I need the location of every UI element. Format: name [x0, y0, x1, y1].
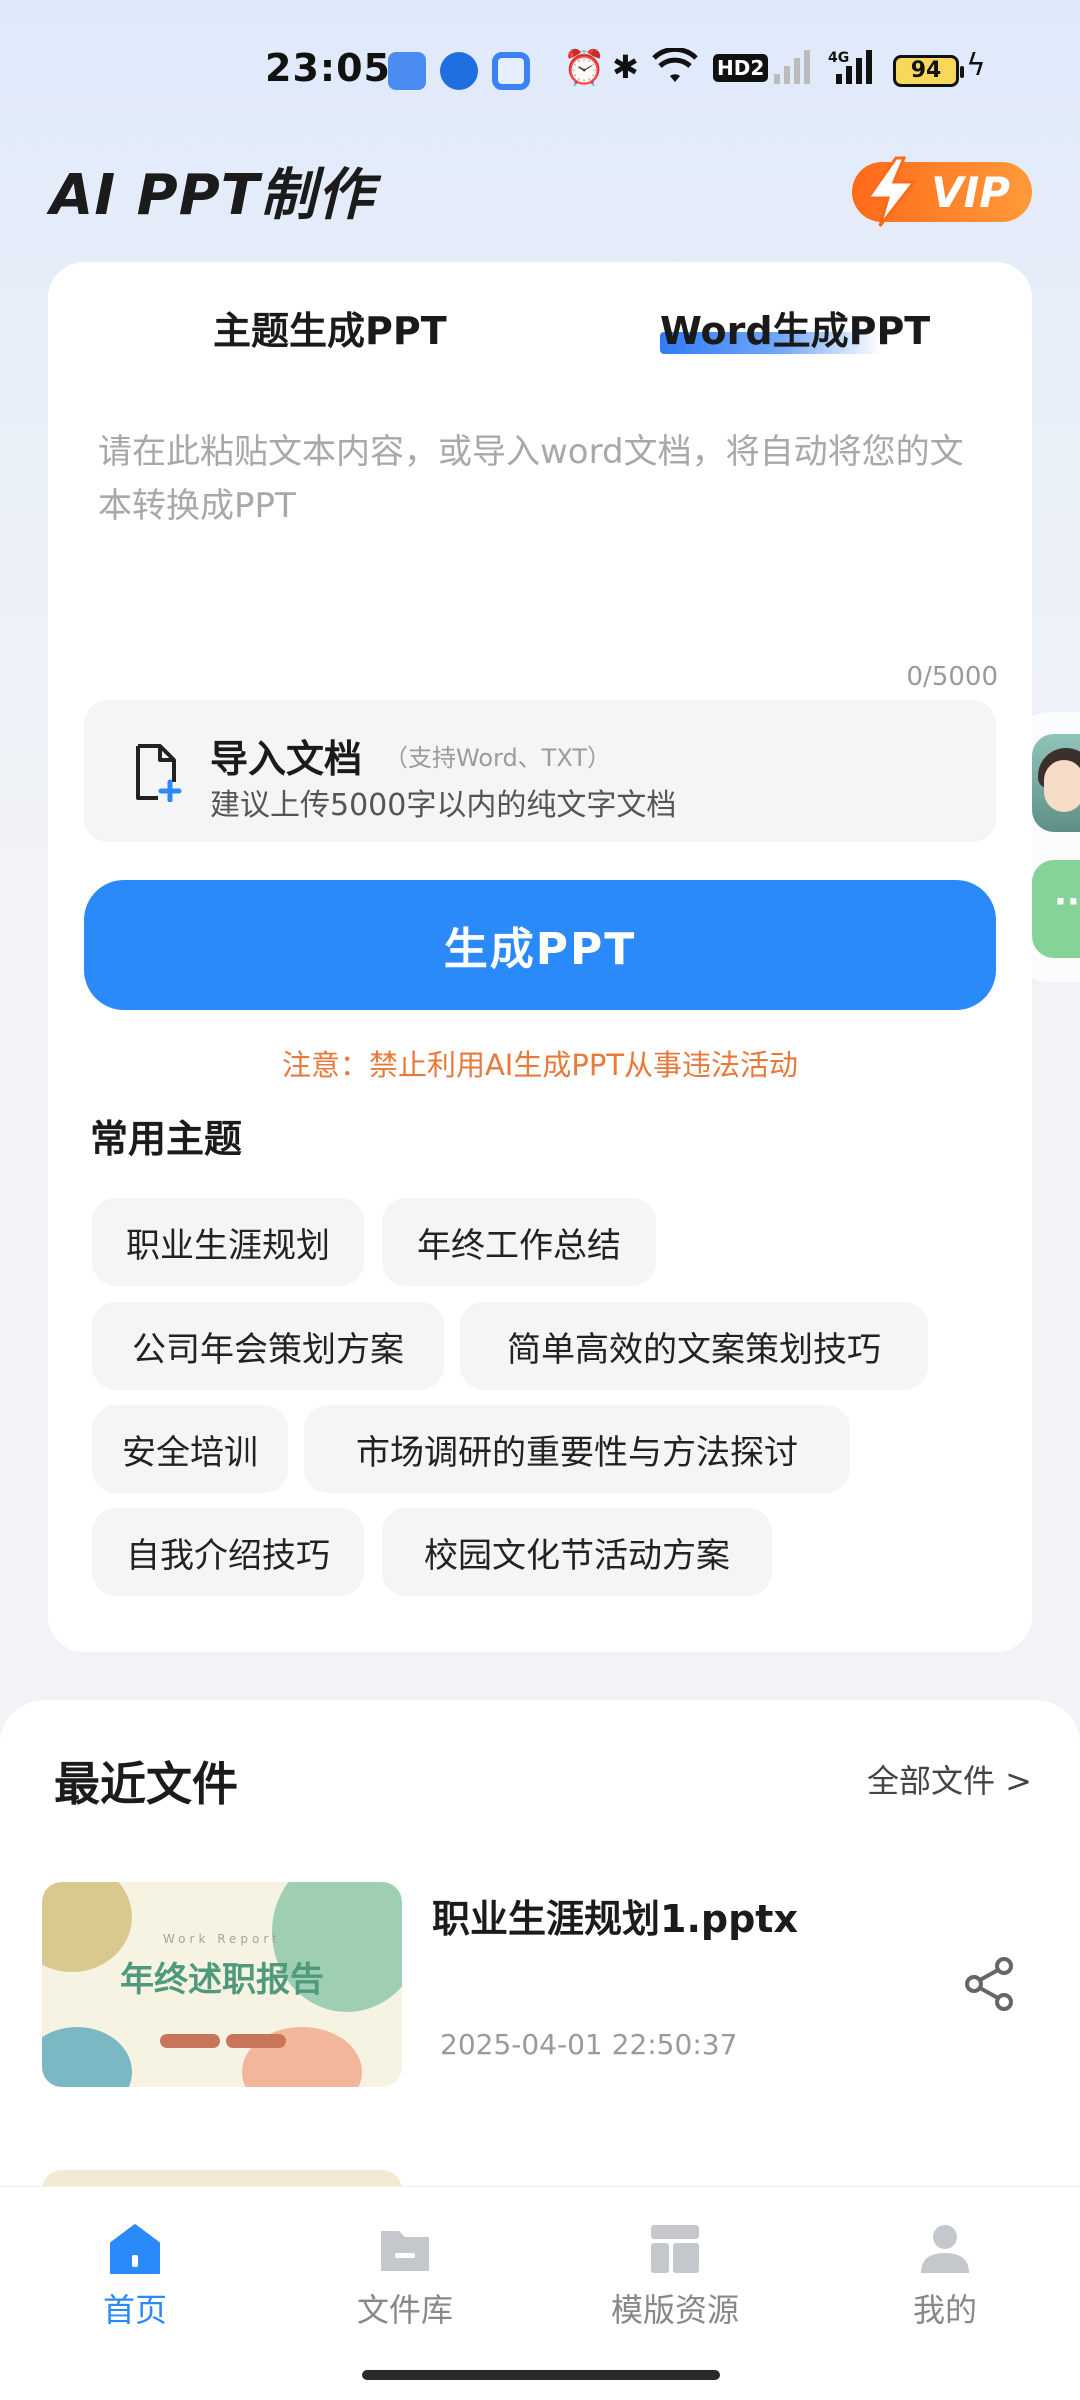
- vip-button[interactable]: VIP: [852, 156, 1032, 227]
- topic-chip[interactable]: 安全培训: [92, 1405, 288, 1493]
- status-time: 23:05: [265, 46, 391, 90]
- topics-section-title: 常用主题: [90, 1117, 243, 1161]
- template-icon: [651, 2225, 699, 2273]
- nav-label: 首页: [102, 2291, 167, 2329]
- alarm-icon: ⏰: [563, 48, 606, 88]
- nav-label: 文件库: [356, 2291, 453, 2329]
- home-indicator[interactable]: [362, 2370, 720, 2380]
- file-name[interactable]: 职业生涯规划1.pptx: [432, 1888, 798, 1943]
- topic-chip[interactable]: 职业生涯规划: [92, 1198, 364, 1286]
- user-icon: [921, 2225, 969, 2273]
- home-icon: [110, 2224, 160, 2274]
- char-counter: 0/5000: [906, 662, 998, 692]
- thumbnail-decoration: [42, 2027, 132, 2087]
- assistant-avatar-button[interactable]: [1032, 734, 1080, 832]
- file-timestamp: 2025-04-01 22:50:37: [440, 2028, 738, 2061]
- status-bar: 23:05 ⏰ ✱ HD2 4G 94 ϟ: [0, 0, 1080, 140]
- import-document-button[interactable]: 导入文档 （支持Word、TXT） 建议上传5000字以内的纯文字文档: [84, 700, 996, 842]
- tab-topic-generate[interactable]: 主题生成PPT: [213, 300, 447, 355]
- notification-app-icon: [440, 52, 478, 90]
- topic-chip[interactable]: 年终工作总结: [382, 1198, 656, 1286]
- nav-label: 我的: [912, 2291, 977, 2329]
- tab-word-generate[interactable]: Word生成PPT: [660, 300, 930, 355]
- wifi-icon: [652, 46, 698, 94]
- signal-icon-sim2: 4G: [828, 48, 876, 95]
- nav-templates[interactable]: 模版资源: [540, 2187, 810, 2387]
- file-thumbnail[interactable]: Work Report 年终述职报告: [42, 1882, 402, 2087]
- notification-app-icon: [388, 52, 426, 90]
- add-file-icon: [136, 744, 182, 802]
- all-files-link[interactable]: 全部文件 >: [867, 1756, 1032, 1802]
- avatar-face: [1044, 760, 1080, 812]
- usage-warning: 注意：禁止利用AI生成PPT从事违法活动: [281, 1048, 799, 1082]
- bottom-navigation: 首页 文件库 模版资源 我的: [0, 2186, 1080, 2400]
- content-textarea[interactable]: [98, 425, 980, 655]
- lightning-icon: [865, 156, 918, 227]
- import-support-formats: （支持Word、TXT）: [384, 744, 612, 772]
- page-title: AI PPT制作: [50, 163, 374, 228]
- svg-text:4G: 4G: [828, 50, 849, 66]
- generate-ppt-button[interactable]: 生成PPT: [84, 880, 996, 1010]
- topic-chip[interactable]: 自我介绍技巧: [92, 1508, 364, 1596]
- signal-icon-sim1: [772, 48, 812, 95]
- charging-icon: ϟ: [966, 48, 986, 83]
- more-options-button[interactable]: ··: [1032, 860, 1080, 958]
- share-icon[interactable]: [962, 1956, 1018, 2012]
- nav-label: 模版资源: [610, 2291, 739, 2329]
- vip-label: VIP: [931, 167, 1010, 217]
- nav-home[interactable]: 首页: [0, 2187, 270, 2387]
- nav-profile[interactable]: 我的: [810, 2187, 1080, 2387]
- topic-chip[interactable]: 简单高效的文案策划技巧: [460, 1302, 928, 1390]
- thumbnail-tag: [226, 2034, 286, 2048]
- thumbnail-title: 年终述职报告: [120, 1960, 324, 2000]
- battery-indicator: 94: [893, 55, 964, 87]
- notification-app-icon: [492, 52, 530, 90]
- topic-chip[interactable]: 市场调研的重要性与方法探讨: [304, 1405, 850, 1493]
- bluetooth-icon: ✱: [612, 48, 639, 86]
- import-title: 导入文档: [210, 737, 363, 781]
- nav-file-library[interactable]: 文件库: [270, 2187, 540, 2387]
- topic-chip[interactable]: 公司年会策划方案: [92, 1302, 444, 1390]
- thumbnail-subtitle: Work Report: [163, 1932, 281, 1946]
- topic-chip[interactable]: 校园文化节活动方案: [382, 1508, 772, 1596]
- more-icon: ··: [1054, 882, 1080, 922]
- thumbnail-tag: [160, 2034, 220, 2048]
- hd-badge: HD2: [713, 54, 769, 82]
- recent-files-title: 最近文件: [54, 1757, 238, 1811]
- import-description: 建议上传5000字以内的纯文字文档: [210, 788, 677, 823]
- folder-icon: [381, 2231, 429, 2271]
